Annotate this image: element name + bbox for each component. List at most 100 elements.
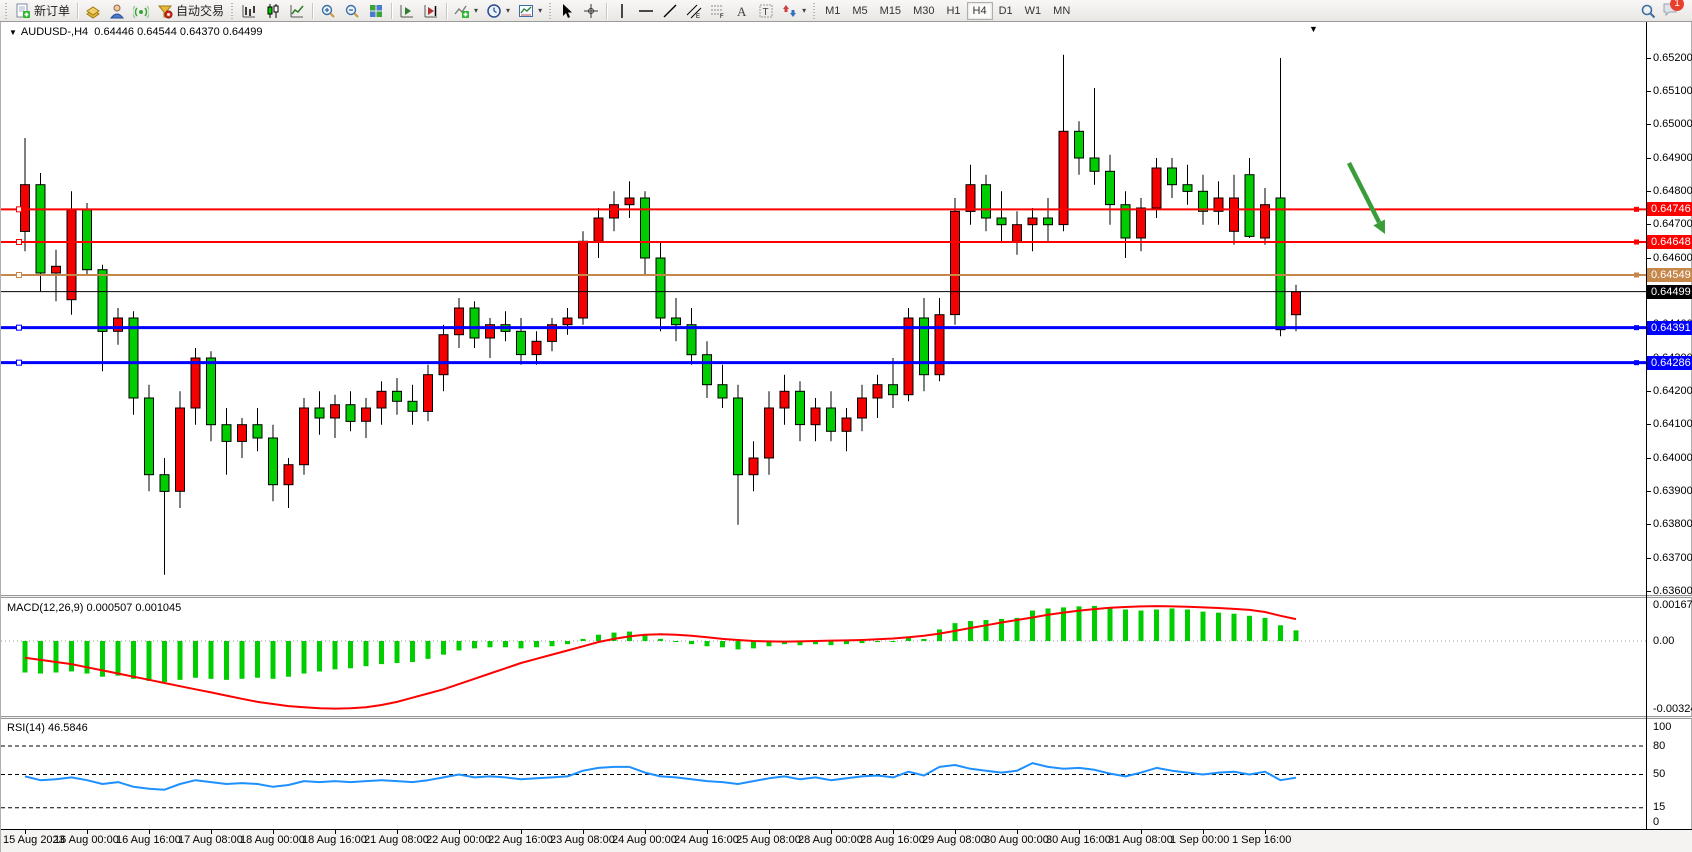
signal-button[interactable] — [129, 1, 153, 21]
arrows-button[interactable]: ▾ — [778, 1, 810, 21]
text-label-button[interactable]: T — [754, 1, 778, 21]
timeframe-h4-button[interactable]: H4 — [967, 2, 993, 20]
bar-chart-button[interactable] — [237, 1, 261, 21]
annotation-arrow — [1349, 163, 1379, 222]
timeframe-m5-button[interactable]: M5 — [846, 2, 873, 20]
chart-shift-button[interactable] — [419, 1, 443, 21]
rsi-axis-label: 0 — [1653, 816, 1692, 829]
candle-body — [951, 211, 960, 314]
candle-body — [641, 198, 650, 258]
toolbar-drag-handle[interactable] — [812, 3, 817, 19]
price-axis-tick — [1646, 591, 1651, 592]
time-axis-label: 31 Aug 08:00 — [1108, 834, 1173, 846]
rsi-pane[interactable] — [1, 719, 1647, 829]
timeframe-m15-button[interactable]: M15 — [874, 2, 907, 20]
crosshair-button[interactable] — [579, 1, 603, 21]
price-axis-tick — [1646, 58, 1651, 59]
horizontal-line-button[interactable] — [634, 1, 658, 21]
price-axis-tick-label: 0.64900 — [1653, 152, 1692, 165]
fibonacci-button[interactable]: F — [706, 1, 730, 21]
trendline-button[interactable] — [658, 1, 682, 21]
timeframe-m1-button[interactable]: M1 — [819, 2, 846, 20]
notifications-button[interactable]: 1 — [1662, 0, 1680, 21]
macd-histogram-bar — [457, 641, 462, 650]
price-axis-tick-label: 0.64800 — [1653, 185, 1692, 198]
macd-histogram-bar — [720, 641, 725, 647]
periods-button[interactable]: ▾ — [482, 1, 514, 21]
navigator-icon — [109, 3, 125, 19]
price-axis-tick — [1646, 124, 1651, 125]
main-chart-pane[interactable] — [1, 22, 1647, 595]
svg-text:E: E — [696, 14, 700, 19]
timeframe-w1-button[interactable]: W1 — [1019, 2, 1048, 20]
line-chart-button[interactable] — [285, 1, 309, 21]
auto-scroll-icon — [399, 3, 415, 19]
macd-histogram-bar — [550, 641, 555, 646]
macd-histogram-bar — [1015, 618, 1020, 641]
macd-histogram-bar — [162, 641, 167, 682]
templates-button[interactable]: ▾ — [514, 1, 546, 21]
time-axis-label: 23 Aug 08:00 — [550, 834, 615, 846]
candle-body — [114, 318, 123, 331]
macd-histogram-bar — [379, 641, 384, 664]
channel-button[interactable]: E — [682, 1, 706, 21]
macd-histogram-bar — [1046, 608, 1051, 641]
indicators-button[interactable]: ▾ — [450, 1, 482, 21]
vertical-line-button[interactable] — [610, 1, 634, 21]
candle-body — [935, 315, 944, 375]
candle-body — [1137, 208, 1146, 238]
price-axis-tick — [1646, 191, 1651, 192]
candle-body — [532, 341, 541, 354]
tile-windows-button[interactable] — [364, 1, 388, 21]
macd-histogram-bar — [875, 641, 880, 642]
macd-histogram-bar — [488, 641, 493, 647]
market-watch-button[interactable] — [81, 1, 105, 21]
zoom-in-button[interactable] — [316, 1, 340, 21]
macd-histogram-bar — [472, 641, 477, 648]
toolbar-drag-handle[interactable] — [548, 3, 553, 19]
auto-scroll-button[interactable] — [395, 1, 419, 21]
macd-axis-label: 0.001673 — [1653, 599, 1692, 612]
price-axis-tick — [1646, 558, 1651, 559]
line-anchor — [1634, 273, 1639, 278]
macd-histogram-bar — [255, 641, 260, 678]
macd-pane[interactable] — [1, 598, 1647, 716]
timeframe-m30-button[interactable]: M30 — [907, 2, 940, 20]
toolbar-drag-handle[interactable] — [230, 3, 235, 19]
navigator-button[interactable] — [105, 1, 129, 21]
macd-histogram-bar — [937, 629, 942, 641]
auto-trading-button[interactable]: 自动交易 — [153, 1, 228, 21]
candlestick-chart-button[interactable] — [261, 1, 285, 21]
timeframe-h1-button[interactable]: H1 — [940, 2, 966, 20]
time-axis[interactable]: 15 Aug 202316 Aug 00:0016 Aug 16:0017 Au… — [1, 829, 1692, 852]
macd-axis-label: 0.00 — [1653, 635, 1692, 648]
candle-body — [625, 198, 634, 205]
candle-body — [377, 391, 386, 408]
candle-body — [656, 258, 665, 318]
macd-histogram-bar — [333, 641, 338, 669]
macd-histogram-bar — [705, 641, 710, 646]
toolbar-drag-handle[interactable] — [4, 3, 9, 19]
macd-histogram-bar — [224, 641, 229, 680]
chart-title-collapse-icon[interactable]: ▼ — [9, 28, 17, 37]
timeframe-d1-button[interactable]: D1 — [993, 2, 1019, 20]
chart-shift-marker[interactable]: ▼ — [1309, 24, 1318, 34]
macd-histogram-bar — [503, 641, 508, 647]
line-chart-icon — [289, 3, 305, 19]
cursor-button[interactable] — [555, 1, 579, 21]
rsi-axis-label: 100 — [1653, 721, 1692, 734]
text-label-icon: T — [758, 3, 774, 19]
timeframe-mn-button[interactable]: MN — [1047, 2, 1076, 20]
line-anchor — [17, 240, 22, 245]
candle-body — [52, 266, 61, 273]
search-icon[interactable] — [1640, 3, 1656, 19]
new-order-icon — [15, 3, 31, 19]
text-button[interactable]: A — [730, 1, 754, 21]
price-axis-tick-label: 0.64600 — [1653, 252, 1692, 265]
cursor-icon — [559, 3, 575, 19]
chart-window[interactable]: ▼AUDUSD-,H4 0.64446 0.64544 0.64370 0.64… — [0, 22, 1692, 852]
new-order-button[interactable]: 新订单 — [11, 1, 74, 21]
macd-histogram-bar — [1170, 608, 1175, 641]
zoom-out-button[interactable] — [340, 1, 364, 21]
line-anchor — [17, 325, 22, 330]
